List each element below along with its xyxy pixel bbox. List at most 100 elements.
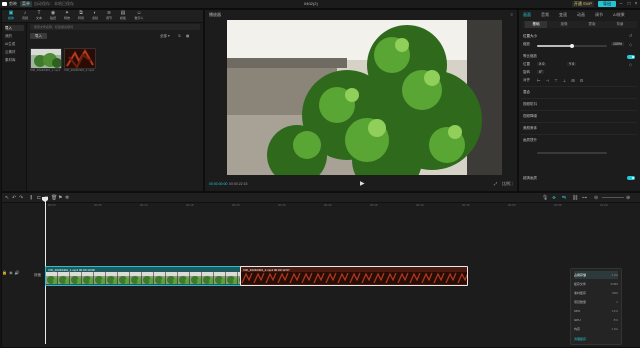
menu-button[interactable]: 菜单 bbox=[20, 1, 32, 7]
undo-icon[interactable]: ↶ bbox=[12, 195, 16, 201]
popup-row[interactable]: 内存 1.6G bbox=[574, 325, 618, 333]
tab-audio[interactable]: 音频 bbox=[541, 12, 549, 18]
sidebar-item-import[interactable]: 导入 bbox=[5, 25, 24, 31]
import-button[interactable]: 导入 bbox=[30, 33, 47, 39]
split-icon[interactable]: ⫼ bbox=[30, 195, 32, 201]
time-ruler[interactable]: 00:00 00:05 00:10 00:15 00:20 00:25 00:3… bbox=[48, 203, 638, 209]
fullscreen-icon[interactable]: ⛶ bbox=[510, 181, 513, 186]
denoise-label[interactable]: 视频降噪 bbox=[523, 114, 537, 119]
mute-icon[interactable]: 🔊 bbox=[15, 270, 20, 275]
sort-icon[interactable]: ⇅ bbox=[178, 33, 181, 39]
tab-ai-effects[interactable]: AI效果 bbox=[613, 12, 625, 18]
sidebar-item-library[interactable]: 素材库 bbox=[5, 57, 24, 63]
tab-adjust[interactable]: 调节 bbox=[595, 12, 603, 18]
position-y-field[interactable]: Y 0 bbox=[567, 62, 577, 66]
tool-effects[interactable]: ✦ 特效 bbox=[60, 11, 74, 21]
freeze-icon[interactable]: ❄ bbox=[65, 195, 69, 201]
tool-media[interactable]: ▣ 媒体 bbox=[4, 11, 18, 21]
media-thumbnail-1[interactable] bbox=[30, 48, 62, 69]
split-left-icon[interactable]: ⊏ bbox=[37, 195, 41, 201]
player-menu-icon[interactable]: ≡ bbox=[511, 12, 513, 17]
popup-row[interactable]: 项目数量 2 bbox=[574, 298, 618, 306]
minimize-icon[interactable]: – bbox=[618, 1, 624, 7]
delete-icon[interactable]: 🗑 bbox=[51, 195, 57, 201]
subtab-basic[interactable]: 基础 bbox=[525, 21, 547, 28]
scale-label: 缩放 bbox=[523, 42, 530, 46]
zoom-in-icon[interactable]: ⊕ bbox=[626, 195, 630, 201]
play-icon[interactable]: ▶ bbox=[360, 180, 365, 187]
sidebar-item-ai[interactable]: AI生成 bbox=[5, 41, 24, 47]
redo-icon[interactable]: ↷ bbox=[19, 195, 23, 201]
timeline-clip-1[interactable]: VID_20240402_1.mp4 00:00:10:08 bbox=[45, 266, 241, 286]
subtab-background[interactable]: 背景 bbox=[609, 21, 631, 28]
keyframe-icon[interactable]: ◇ bbox=[629, 42, 632, 47]
rotate-field[interactable]: 0° bbox=[537, 70, 545, 74]
record-icon[interactable]: 🎙 bbox=[542, 195, 548, 201]
tab-speed[interactable]: 变速 bbox=[559, 12, 567, 18]
clear-cache-link[interactable]: 清理缓存 bbox=[574, 335, 618, 343]
tab-animation[interactable]: 动画 bbox=[577, 12, 585, 18]
sidebar-item-mine[interactable]: 我的 bbox=[5, 33, 24, 39]
select-tool-icon[interactable]: ↖ bbox=[5, 195, 9, 201]
app-name: 剪映 bbox=[9, 1, 17, 6]
sidebar-item-cloud[interactable]: 云素材 bbox=[5, 49, 24, 55]
uniform-scale-toggle[interactable] bbox=[627, 55, 635, 59]
media-caption-1: VID_20240402_1.mp4 bbox=[30, 68, 61, 72]
divider bbox=[521, 98, 637, 99]
eye-icon[interactable]: ◉ bbox=[9, 270, 13, 275]
cover-button[interactable]: 封面 bbox=[34, 273, 41, 278]
tab-picture[interactable]: 画面 bbox=[523, 12, 531, 18]
preview-axis-icon[interactable]: ⊶ bbox=[582, 195, 587, 201]
zoom-out-icon[interactable]: ⊖ bbox=[594, 195, 598, 201]
popup-row[interactable]: 缓存文件 328M bbox=[574, 280, 618, 288]
tool-audio[interactable]: ♪ 音频 bbox=[18, 11, 32, 21]
ruler-tick: 00:15 bbox=[186, 203, 194, 207]
stabilize-label[interactable]: 视频防抖 bbox=[523, 102, 537, 107]
popup-row[interactable]: GPU 8% bbox=[574, 316, 618, 324]
scale-slider-knob[interactable] bbox=[570, 44, 574, 48]
position-keyframe-icon[interactable]: ◇ bbox=[629, 62, 632, 67]
maximize-icon[interactable]: □ bbox=[626, 1, 632, 7]
beautify-label[interactable]: 美颜美体 bbox=[523, 126, 537, 131]
export-button[interactable]: 导出 bbox=[598, 1, 616, 7]
position-x-field[interactable]: X 0 bbox=[537, 62, 547, 66]
popup-row[interactable]: CPU 12% bbox=[574, 307, 618, 315]
blend-label[interactable]: 混合 bbox=[523, 90, 530, 95]
timeline-clip-2[interactable]: VID_20240402_2.mp4 00:00:12:07 bbox=[240, 266, 468, 286]
zoom-slider[interactable] bbox=[602, 197, 624, 198]
tool-template[interactable]: ▤ 模板 bbox=[116, 11, 130, 21]
grid-view-icon[interactable]: ▦ bbox=[186, 33, 189, 39]
ratio-button[interactable]: 比例 bbox=[502, 181, 510, 187]
subtab-mask[interactable]: 蒙版 bbox=[581, 21, 603, 28]
fit-icon[interactable]: ⤢ bbox=[494, 181, 497, 186]
tool-text[interactable]: T 文本 bbox=[32, 11, 46, 21]
popup-row[interactable]: 素材缓存 86M bbox=[574, 289, 618, 297]
svip-button[interactable]: 开通 SVIP bbox=[572, 1, 594, 7]
scale-slider[interactable] bbox=[537, 44, 607, 48]
lock-icon[interactable]: 🔒 bbox=[2, 270, 7, 275]
tool-transition[interactable]: ⧉ 转场 bbox=[74, 11, 88, 21]
main-track-magnet-icon[interactable]: ⌯ bbox=[552, 195, 556, 201]
close-icon[interactable]: × bbox=[633, 1, 639, 7]
tool-sticker[interactable]: ◉ 贴纸 bbox=[46, 11, 60, 21]
video-preview[interactable] bbox=[227, 20, 502, 195]
scale-value[interactable]: 100% bbox=[611, 42, 624, 46]
tool-avatar[interactable]: ☺ 数字人 bbox=[130, 11, 148, 21]
quality-slider[interactable] bbox=[537, 152, 607, 154]
auto-snap-icon[interactable]: ⇋ bbox=[562, 195, 566, 201]
tool-filter[interactable]: ◐ 滤镜 bbox=[88, 11, 102, 21]
popup-row[interactable]: 占用存储 1.2G bbox=[574, 271, 618, 279]
hd-toggle[interactable] bbox=[627, 176, 635, 180]
quality-label[interactable]: 画质提升 bbox=[523, 138, 537, 143]
media-thumbnail-2[interactable] bbox=[64, 48, 96, 69]
subtab-cutout[interactable]: 抠像 bbox=[553, 21, 575, 28]
reset-icon[interactable]: ↺ bbox=[629, 33, 632, 38]
marker-icon[interactable]: ⚑ bbox=[58, 195, 62, 201]
view-filter-dropdown[interactable]: 全部 ▾ bbox=[160, 33, 170, 39]
align-icons[interactable]: ⊢ ⊣ ⊤ ⊥ ⊞ ⊟ bbox=[537, 78, 585, 83]
search-input[interactable]: 搜索文件名称、标签或关键词 bbox=[30, 24, 200, 30]
media-caption-2: VID_20240402_2.mp4 bbox=[64, 68, 95, 72]
hd-label[interactable]: 超清画质 bbox=[523, 176, 537, 181]
linkage-icon[interactable]: ⛓ bbox=[572, 195, 578, 201]
tool-adjust[interactable]: ≋ 调节 bbox=[102, 11, 116, 21]
